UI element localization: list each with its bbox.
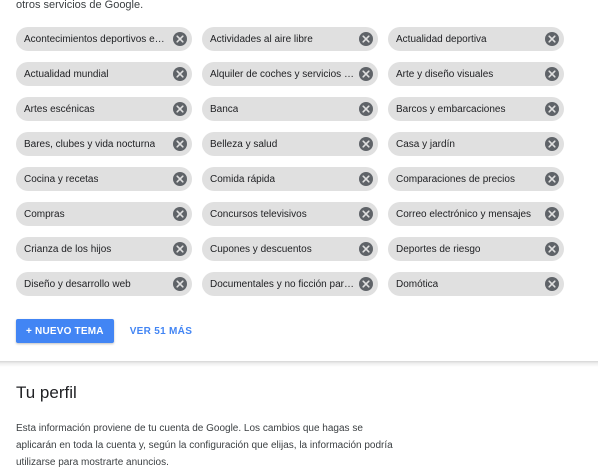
topic-chip-label: Documentales y no ficción para tele... bbox=[210, 278, 354, 290]
topic-chip-label: Actualidad mundial bbox=[24, 68, 109, 80]
remove-topic-icon[interactable] bbox=[173, 102, 187, 116]
remove-topic-icon[interactable] bbox=[545, 207, 559, 221]
topic-chip: Comida rápida bbox=[202, 167, 378, 191]
topic-chip-label: Cocina y recetas bbox=[24, 173, 99, 185]
topic-chip-label: Comparaciones de precios bbox=[396, 173, 515, 185]
profile-title: Tu perfil bbox=[16, 383, 77, 402]
topic-chip-label: Banca bbox=[210, 103, 239, 115]
topic-chip-label: Diseño y desarrollo web bbox=[24, 278, 131, 290]
profile-description: Esta información proviene de tu cuenta d… bbox=[16, 423, 393, 468]
topic-chip: Concursos televisivos bbox=[202, 202, 378, 226]
topic-chip: Cupones y descuentos bbox=[202, 237, 378, 261]
topic-chip: Crianza de los hijos bbox=[16, 237, 192, 261]
topic-chip-list: Acontecimientos deportivos en dire... Act… bbox=[16, 27, 564, 296]
topic-chip-label: Actualidad deportiva bbox=[396, 33, 487, 45]
topic-chip-label: Domótica bbox=[396, 278, 439, 290]
remove-topic-icon[interactable] bbox=[545, 137, 559, 151]
topic-chip-label: Comida rápida bbox=[210, 173, 276, 185]
topic-actions: + NUEVO TEMA VER 51 MÁS bbox=[16, 319, 192, 343]
remove-topic-icon[interactable] bbox=[359, 102, 373, 116]
topic-chip: Compras bbox=[16, 202, 192, 226]
remove-topic-icon[interactable] bbox=[545, 32, 559, 46]
topic-chip: Bares, clubes y vida nocturna bbox=[16, 132, 192, 156]
topic-chip-label: Actividades al aire libre bbox=[210, 33, 313, 45]
topic-chip-label: Compras bbox=[24, 208, 65, 220]
remove-topic-icon[interactable] bbox=[173, 242, 187, 256]
remove-topic-icon[interactable] bbox=[359, 277, 373, 291]
topic-chip: Casa y jardín bbox=[388, 132, 564, 156]
remove-topic-icon[interactable] bbox=[173, 207, 187, 221]
topic-chip: Domótica bbox=[388, 272, 564, 296]
topic-chip-label: Casa y jardín bbox=[396, 138, 455, 150]
topic-chip-label: Barcos y embarcaciones bbox=[396, 103, 506, 115]
topic-chip-label: Cupones y descuentos bbox=[210, 243, 312, 255]
remove-topic-icon[interactable] bbox=[173, 277, 187, 291]
topic-chip: Deportes de riesgo bbox=[388, 237, 564, 261]
topic-chip: Actualidad mundial bbox=[16, 62, 192, 86]
topics-card: otros servicios de Google. Acontecimient… bbox=[0, 0, 598, 361]
topic-chip: Barcos y embarcaciones bbox=[388, 97, 564, 121]
remove-topic-icon[interactable] bbox=[545, 102, 559, 116]
topic-chip: Actividades al aire libre bbox=[202, 27, 378, 51]
topic-chip-label: Arte y diseño visuales bbox=[396, 68, 494, 80]
remove-topic-icon[interactable] bbox=[359, 67, 373, 81]
remove-topic-icon[interactable] bbox=[545, 277, 559, 291]
remove-topic-icon[interactable] bbox=[173, 137, 187, 151]
topic-chip-label: Artes escénicas bbox=[24, 103, 95, 115]
topic-chip: Diseño y desarrollo web bbox=[16, 272, 192, 296]
see-more-link[interactable]: VER 51 MÁS bbox=[130, 326, 192, 337]
remove-topic-icon[interactable] bbox=[359, 207, 373, 221]
remove-topic-icon[interactable] bbox=[173, 32, 187, 46]
intro-text: otros servicios de Google. bbox=[16, 0, 144, 11]
topic-chip: Belleza y salud bbox=[202, 132, 378, 156]
topic-chip-label: Correo electrónico y mensajes bbox=[396, 208, 532, 220]
topic-chip: Alquiler de coches y servicios de taxi bbox=[202, 62, 378, 86]
new-topic-button[interactable]: + NUEVO TEMA bbox=[16, 319, 114, 343]
remove-topic-icon[interactable] bbox=[173, 67, 187, 81]
remove-topic-icon[interactable] bbox=[545, 67, 559, 81]
topic-chip: Acontecimientos deportivos en dire... bbox=[16, 27, 192, 51]
topic-chip-label: Acontecimientos deportivos en dire... bbox=[24, 33, 168, 45]
remove-topic-icon[interactable] bbox=[359, 172, 373, 186]
section-divider bbox=[0, 361, 598, 367]
remove-topic-icon[interactable] bbox=[359, 32, 373, 46]
remove-topic-icon[interactable] bbox=[359, 137, 373, 151]
topic-chip-label: Bares, clubes y vida nocturna bbox=[24, 138, 156, 150]
topic-chip: Actualidad deportiva bbox=[388, 27, 564, 51]
remove-topic-icon[interactable] bbox=[359, 242, 373, 256]
topic-chip: Cocina y recetas bbox=[16, 167, 192, 191]
remove-topic-icon[interactable] bbox=[545, 172, 559, 186]
topic-chip-label: Concursos televisivos bbox=[210, 208, 307, 220]
topic-chip: Comparaciones de precios bbox=[388, 167, 564, 191]
topic-chip-label: Crianza de los hijos bbox=[24, 243, 112, 255]
topic-chip-label: Alquiler de coches y servicios de taxi bbox=[210, 68, 354, 80]
topic-chip: Documentales y no ficción para tele... bbox=[202, 272, 378, 296]
remove-topic-icon[interactable] bbox=[545, 242, 559, 256]
topic-chip: Banca bbox=[202, 97, 378, 121]
topic-chip: Correo electrónico y mensajes bbox=[388, 202, 564, 226]
topic-chip: Arte y diseño visuales bbox=[388, 62, 564, 86]
remove-topic-icon[interactable] bbox=[173, 172, 187, 186]
topic-chip: Artes escénicas bbox=[16, 97, 192, 121]
topic-chip-label: Deportes de riesgo bbox=[396, 243, 481, 255]
topic-chip-label: Belleza y salud bbox=[210, 138, 278, 150]
